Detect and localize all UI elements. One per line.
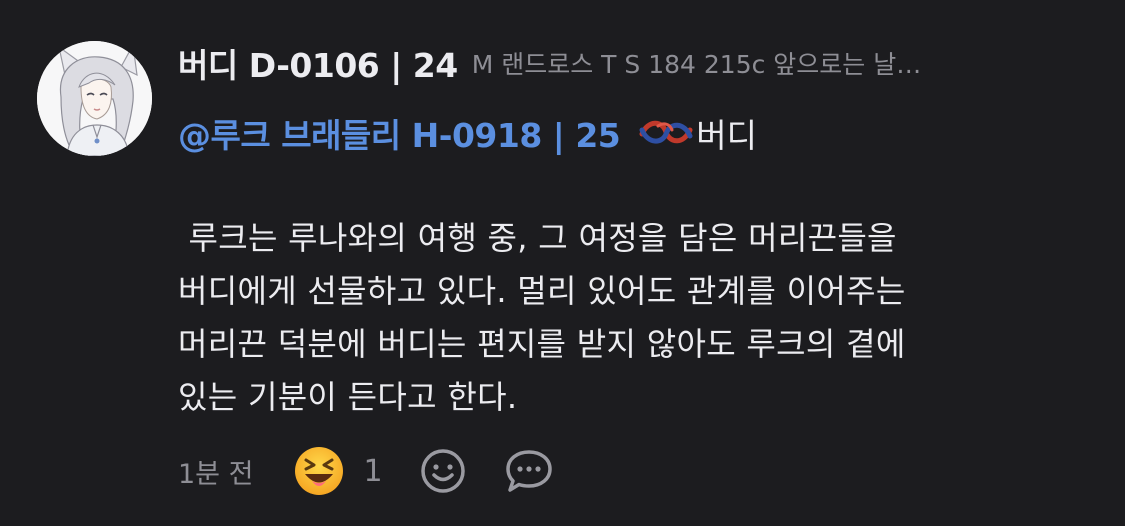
avatar[interactable]	[37, 41, 152, 156]
reaction-count: 1	[363, 453, 383, 489]
smiley-outline-icon	[420, 449, 465, 493]
reaction-button[interactable]: 1	[293, 445, 383, 497]
reply-button[interactable]	[503, 445, 555, 497]
author-name[interactable]: 버디 D-0106 | 24	[178, 39, 458, 87]
comment-footer: 1분 전 1	[178, 442, 555, 500]
comment-header: 버디 D-0106 | 24 M 랜드로스 T S 184 215c 앞으로는 …	[178, 38, 1078, 88]
mention-line: @루크 브래들리 H-0918 | 25 버디	[178, 108, 757, 158]
add-reaction-button[interactable]	[417, 445, 469, 497]
comment-body: 루크는 루나와의 여행 중, 그 여정을 담은 머리끈들을 버디에게 선물하고 …	[178, 219, 906, 416]
timestamp: 1분 전	[178, 458, 254, 490]
speech-bubble-icon	[505, 450, 552, 492]
knot-emoji-icon	[638, 116, 694, 150]
mention-suffix-text: 버디	[696, 116, 757, 155]
user-mention-link[interactable]: @루크 브래들리 H-0918 | 25	[178, 109, 621, 157]
author-profile-meta: M 랜드로스 T S 184 215c 앞으로는 날…	[471, 50, 922, 79]
avatar-portrait-illustration	[37, 41, 152, 156]
squinting-tongue-emoji-icon	[295, 447, 344, 495]
comment-card: 버디 D-0106 | 24 M 랜드로스 T S 184 215c 앞으로는 …	[0, 0, 1125, 526]
